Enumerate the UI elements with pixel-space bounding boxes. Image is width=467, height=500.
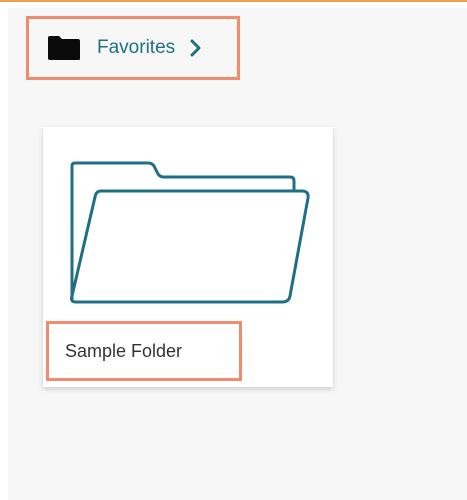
- folder-icon: [48, 36, 80, 60]
- folder-name: Sample Folder: [65, 340, 183, 361]
- top-accent-bar: [0, 0, 467, 2]
- chevron-right-icon[interactable]: [189, 39, 203, 57]
- breadcrumb-label[interactable]: Favorites: [97, 37, 175, 59]
- folder-outline-icon: [70, 161, 310, 304]
- folder-name-box[interactable]: Sample Folder: [46, 321, 242, 381]
- folder-card[interactable]: Sample Folder: [43, 127, 333, 387]
- breadcrumb[interactable]: Favorites: [26, 16, 240, 80]
